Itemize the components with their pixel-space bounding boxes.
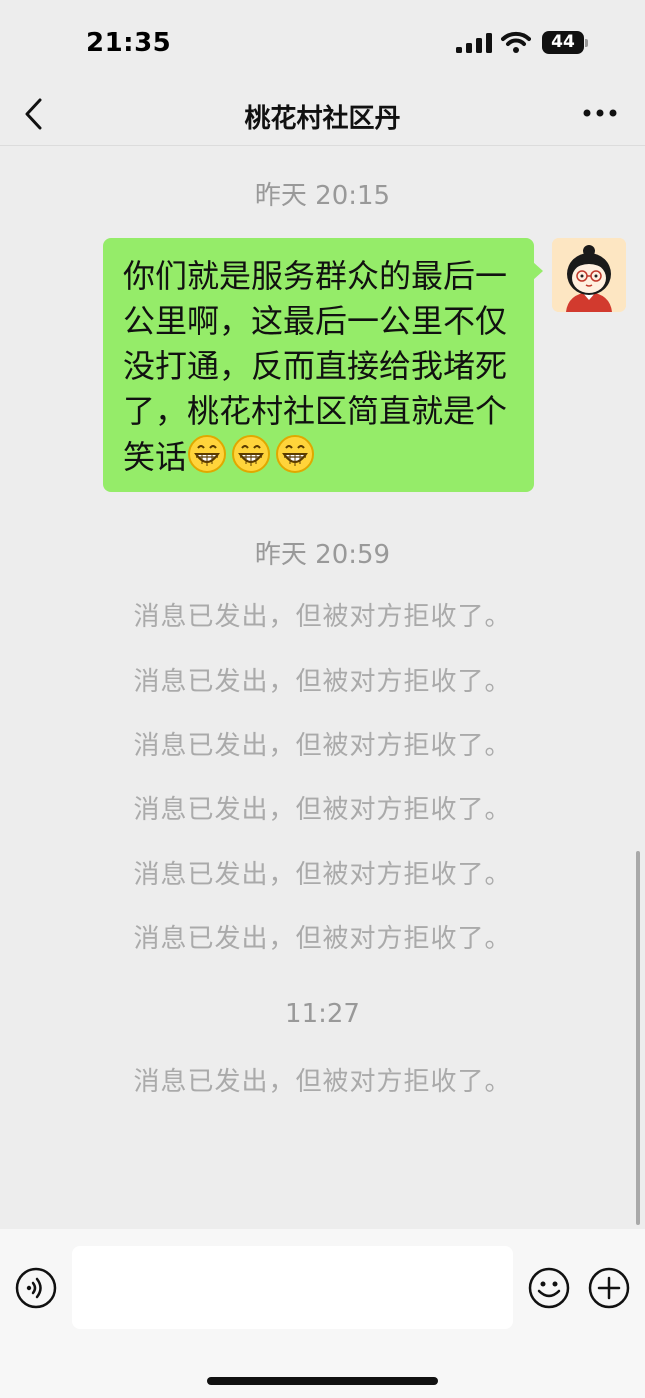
signal-icon [456,33,492,53]
chat-screen: 21:35 44 桃花村社区丹 昨天 20:15 你们就是服务群众的最后一公里啊… [0,0,645,1398]
timestamp: 昨天 20:15 [254,181,391,211]
timestamp: 11:27 [285,999,360,1029]
rejected-notice: 消息已发出，但被对方拒收了。 [133,924,512,954]
status-bar: 21:35 44 [0,0,645,86]
wifi-icon [501,31,531,53]
message-list[interactable]: 昨天 20:15 你们就是服务群众的最后一公里啊，这最后一公里不仅没打通，反而直… [0,147,645,1229]
rejected-notice: 消息已发出，但被对方拒收了。 [133,1067,512,1097]
message-bubble[interactable]: 你们就是服务群众的最后一公里啊，这最后一公里不仅没打通，反而直接给我堵死了，桃花… [103,238,534,492]
smiley-icon[interactable] [528,1267,570,1309]
message-input[interactable] [72,1246,513,1329]
scrollbar[interactable] [636,851,640,1225]
cartoon-girl-avatar-icon [552,238,626,312]
grinning-face-icon [188,435,227,473]
rejected-notice: 消息已发出，但被对方拒收了。 [133,860,512,890]
battery-icon: 44 [542,31,588,54]
rejected-notice: 消息已发出，但被对方拒收了。 [133,795,512,825]
timestamp: 昨天 20:59 [254,540,391,570]
input-bar [0,1229,645,1398]
rejected-notice: 消息已发出，但被对方拒收了。 [133,602,512,632]
more-dots-icon[interactable] [580,100,620,126]
battery-level: 44 [551,32,575,52]
grinning-face-icon [232,435,271,473]
grinning-face-icon [276,435,315,473]
plus-circle-icon[interactable] [588,1267,630,1309]
home-indicator[interactable] [207,1377,438,1385]
rejected-notice: 消息已发出，但被对方拒收了。 [133,667,512,697]
chat-header: 桃花村社区丹 [0,86,645,146]
rejected-notice: 消息已发出，但被对方拒收了。 [133,731,512,761]
voice-icon[interactable] [15,1267,57,1309]
chat-title: 桃花村社区丹 [244,104,401,134]
bubble-tail [533,262,543,280]
avatar[interactable] [552,238,626,312]
status-time: 21:35 [86,28,172,58]
